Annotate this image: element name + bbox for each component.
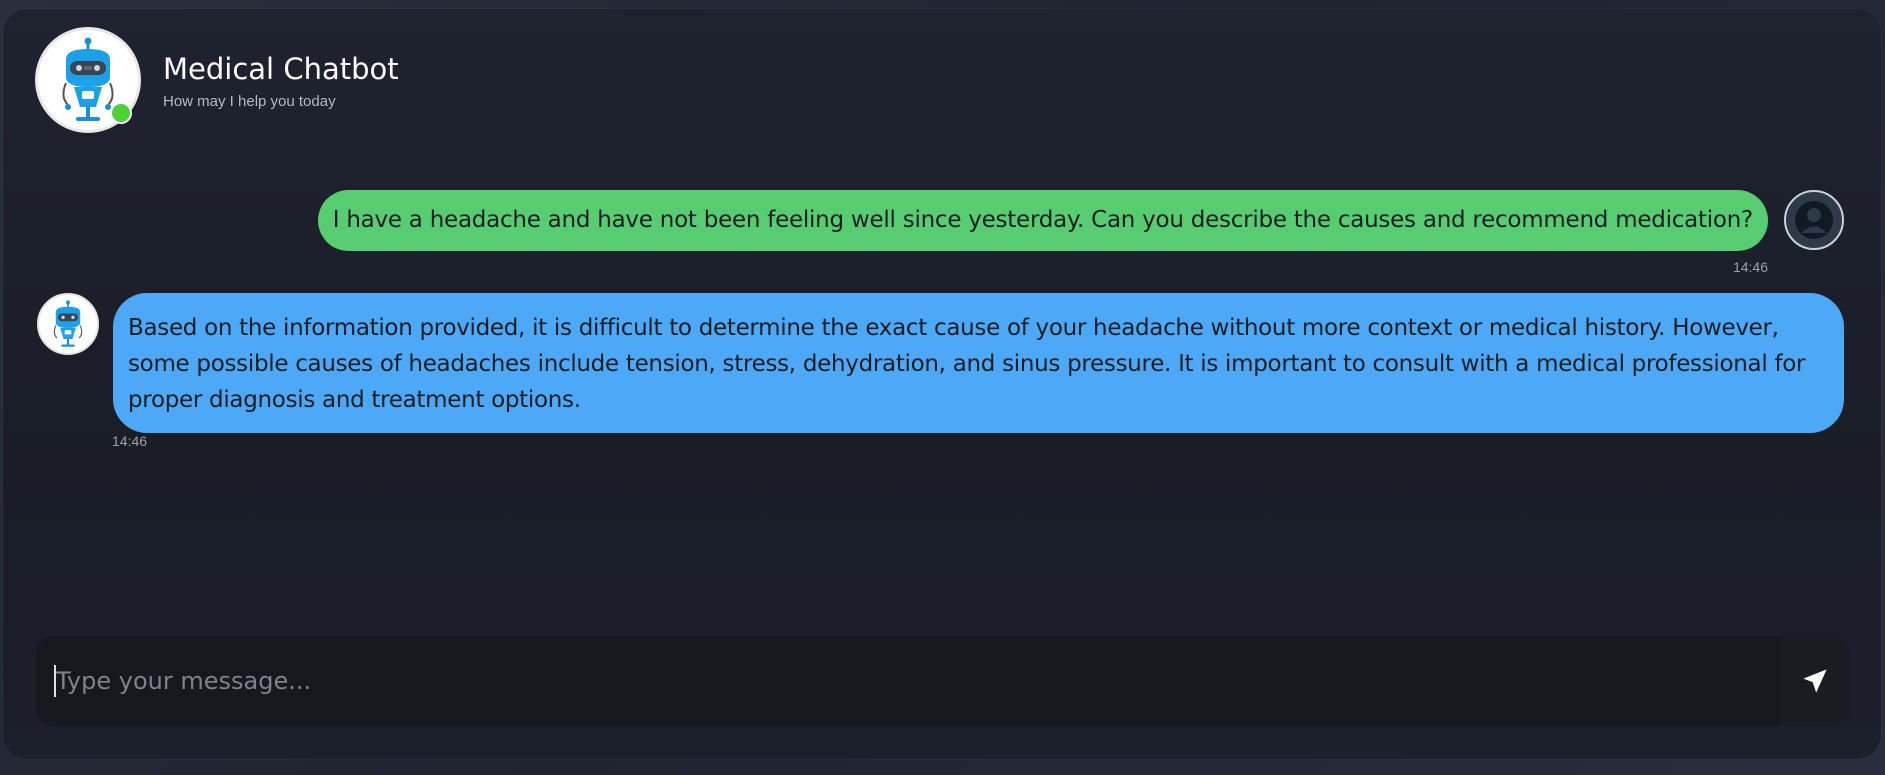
message-composer	[36, 636, 1850, 726]
bot-message-avatar	[37, 293, 99, 355]
bot-message-bubble: Based on the information provided, it is…	[113, 293, 1844, 433]
send-button[interactable]	[1780, 636, 1850, 726]
bot-message-timestamp: 14:46	[112, 433, 148, 449]
chat-window: Medical Chatbot How may I help you today…	[3, 9, 1881, 759]
online-status-indicator	[110, 102, 132, 124]
user-avatar	[1784, 190, 1844, 250]
user-message-row: I have a headache and have not been feel…	[317, 190, 1844, 251]
paper-plane-icon	[1803, 669, 1827, 693]
robot-doctor-icon	[53, 300, 83, 347]
chat-subtitle: How may I help you today	[163, 92, 336, 110]
user-silhouette-icon	[1795, 201, 1833, 239]
header-text: Medical Chatbot How may I help you today	[163, 51, 399, 110]
user-message-bubble: I have a headache and have not been feel…	[317, 190, 1768, 251]
message-input[interactable]	[54, 665, 1780, 697]
chat-title: Medical Chatbot	[163, 51, 399, 86]
bot-avatar	[35, 27, 141, 133]
bot-message-row: Based on the information provided, it is…	[37, 293, 1844, 433]
chat-header: Medical Chatbot How may I help you today	[35, 27, 399, 133]
user-message-timestamp: 14:46	[1732, 259, 1768, 275]
